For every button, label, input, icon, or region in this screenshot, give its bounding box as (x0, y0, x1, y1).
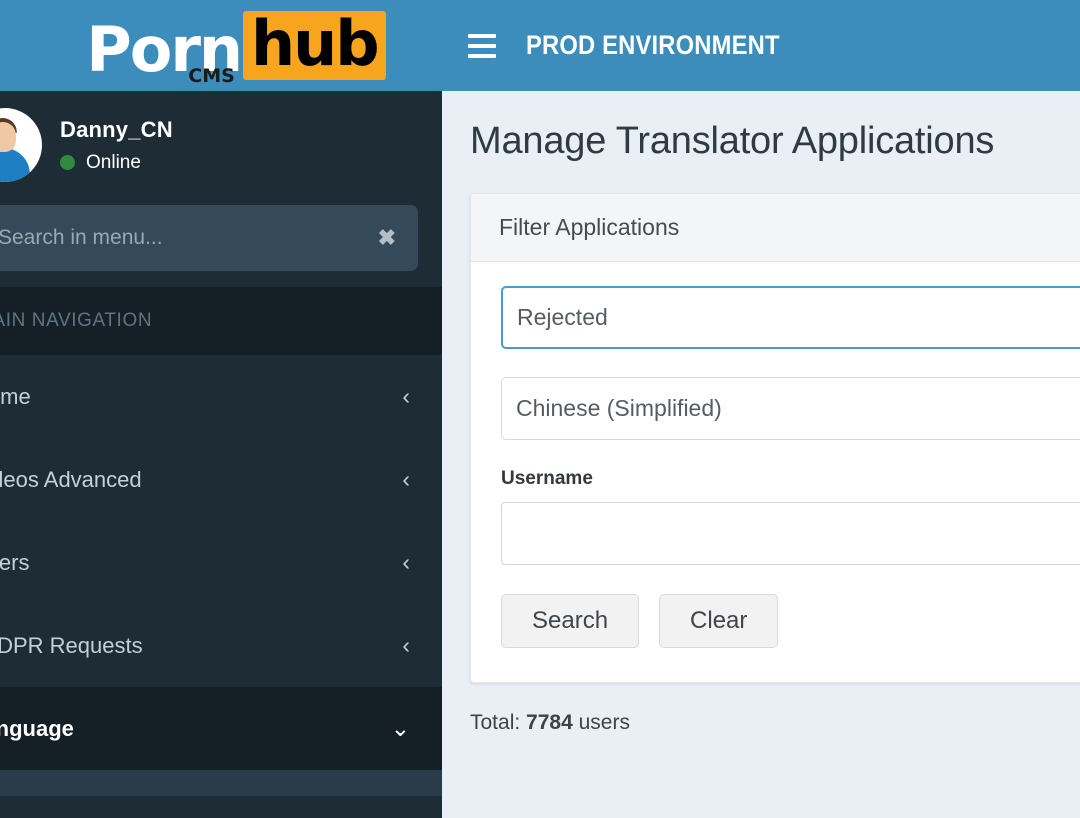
environment-label: PROD ENVIRONMENT (526, 30, 780, 61)
nav-section-header: MAIN NAVIGATION (0, 287, 442, 355)
filter-card-body: Rejected Chinese (Simplified) Username S… (471, 262, 1080, 682)
top-bar: Porn CMS hub PROD ENVIRONMENT (0, 0, 1080, 91)
language-select[interactable]: Chinese (Simplified) (501, 377, 1080, 440)
user-name: Danny_CN (60, 117, 173, 143)
menu-search-wrapper: ✖ (0, 205, 442, 271)
sidebar-item-gdpr-requests[interactable]: GDPR Requests ‹ (0, 604, 442, 687)
chevron-left-icon: ‹ (402, 385, 410, 408)
clear-search-icon[interactable]: ✖ (378, 227, 396, 249)
sidebar-item-language[interactable]: Language ⌄ (0, 687, 442, 770)
chevron-down-icon: ⌄ (391, 717, 410, 740)
page-title: Manage Translator Applications (442, 91, 1080, 163)
username-input[interactable] (501, 502, 1080, 565)
filter-card-title: Filter Applications (499, 214, 679, 241)
chevron-left-icon: ‹ (402, 468, 410, 491)
status-select-value: Rejected (517, 304, 608, 331)
total-count: 7784 (526, 711, 573, 734)
user-status: Online (60, 152, 173, 174)
sidebar-item-users[interactable]: Users ‹ (0, 521, 442, 604)
hamburger-bar (468, 54, 496, 58)
hamburger-icon[interactable] (468, 34, 496, 58)
hamburger-bar (468, 44, 496, 48)
clear-button[interactable]: Clear (659, 594, 778, 648)
avatar-body (0, 148, 30, 182)
user-info: Danny_CN Online (60, 117, 173, 174)
sidebar-item-videos-advanced[interactable]: Videos Advanced ‹ (0, 438, 442, 521)
user-avatar (0, 108, 42, 182)
nav-section-header-label: MAIN NAVIGATION (0, 310, 152, 332)
sidebar: Danny_CN Online ✖ MAIN NAVIGATION Home‹V… (0, 91, 442, 818)
user-status-label: Online (86, 152, 141, 174)
total-prefix: Total: (470, 711, 520, 734)
filter-button-row: Search Clear (501, 594, 1080, 648)
search-input[interactable] (0, 226, 378, 250)
sidebar-item-label: Videos Advanced (0, 467, 142, 493)
total-users-line: Total: 7784 users (470, 711, 1080, 735)
chevron-left-icon: ‹ (402, 551, 410, 574)
submenu-strip (0, 770, 442, 796)
search-button[interactable]: Search (501, 594, 639, 648)
app-root: Porn CMS hub PROD ENVIRONMENT Danny_CN (0, 0, 1080, 818)
filter-card-header: Filter Applications (471, 194, 1080, 262)
online-status-dot-icon (60, 155, 75, 170)
menu-search-box[interactable]: ✖ (0, 205, 418, 271)
logo-text-highlight: hub (243, 11, 386, 80)
language-select-value: Chinese (Simplified) (516, 395, 722, 422)
sidebar-item-label: Language (0, 716, 74, 742)
main-content: Manage Translator Applications Filter Ap… (442, 91, 1080, 818)
status-select[interactable]: Rejected (501, 286, 1080, 349)
brand-logo-area[interactable]: Porn CMS hub (0, 0, 442, 91)
avatar-head (0, 122, 16, 152)
sidebar-item-label: GDPR Requests (0, 633, 143, 659)
logo: Porn CMS hub (86, 11, 385, 80)
user-panel[interactable]: Danny_CN Online (0, 91, 442, 199)
nav-list: Home‹Videos Advanced‹Users‹GDPR Requests… (0, 355, 442, 770)
sidebar-item-label: Users (0, 550, 29, 576)
hamburger-bar (468, 34, 496, 38)
filter-card: Filter Applications Rejected Chinese (Si… (470, 193, 1080, 683)
chevron-left-icon: ‹ (402, 634, 410, 657)
username-label: Username (501, 468, 1080, 490)
sidebar-item-label: Home (0, 384, 31, 410)
logo-text-cms: CMS (188, 65, 235, 87)
sidebar-item-home[interactable]: Home ‹ (0, 355, 442, 438)
total-suffix: users (579, 711, 630, 734)
nav-bar: PROD ENVIRONMENT (442, 0, 1080, 91)
